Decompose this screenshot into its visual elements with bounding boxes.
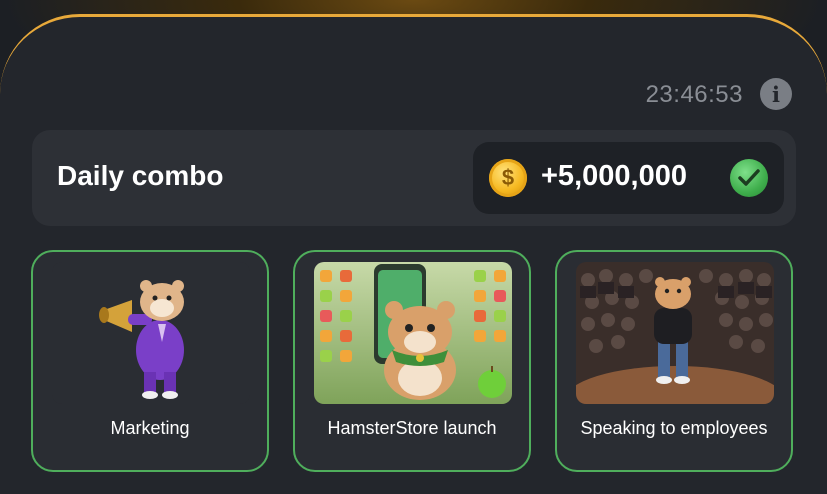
combo-card-marketing[interactable]: Marketing (31, 250, 269, 472)
info-icon[interactable]: i (760, 78, 792, 110)
hamster-speaking-image (576, 262, 774, 404)
hamster-marketing-image (52, 262, 250, 404)
combo-card-hamsterstore[interactable]: HamsterStore launch (293, 250, 531, 472)
hamster-store-image (314, 262, 512, 404)
combo-bar: Daily combo $ +5,000,000 (32, 130, 796, 226)
check-icon (730, 159, 768, 197)
coin-icon: $ (489, 159, 527, 197)
reward-amount: +5,000,000 (541, 160, 687, 192)
card-label: Speaking to employees (580, 418, 768, 438)
reward-box: $ +5,000,000 (473, 142, 784, 214)
card-label: HamsterStore launch (327, 418, 497, 438)
combo-title: Daily combo (57, 160, 224, 191)
countdown-timer: 23:46:53 (645, 81, 743, 108)
card-label: Marketing (110, 418, 190, 438)
daily-combo-panel: 23:46:53 i Daily combo $ +5,000,000 Mark… (0, 14, 827, 494)
combo-card-speaking[interactable]: Speaking to employees (555, 250, 793, 472)
